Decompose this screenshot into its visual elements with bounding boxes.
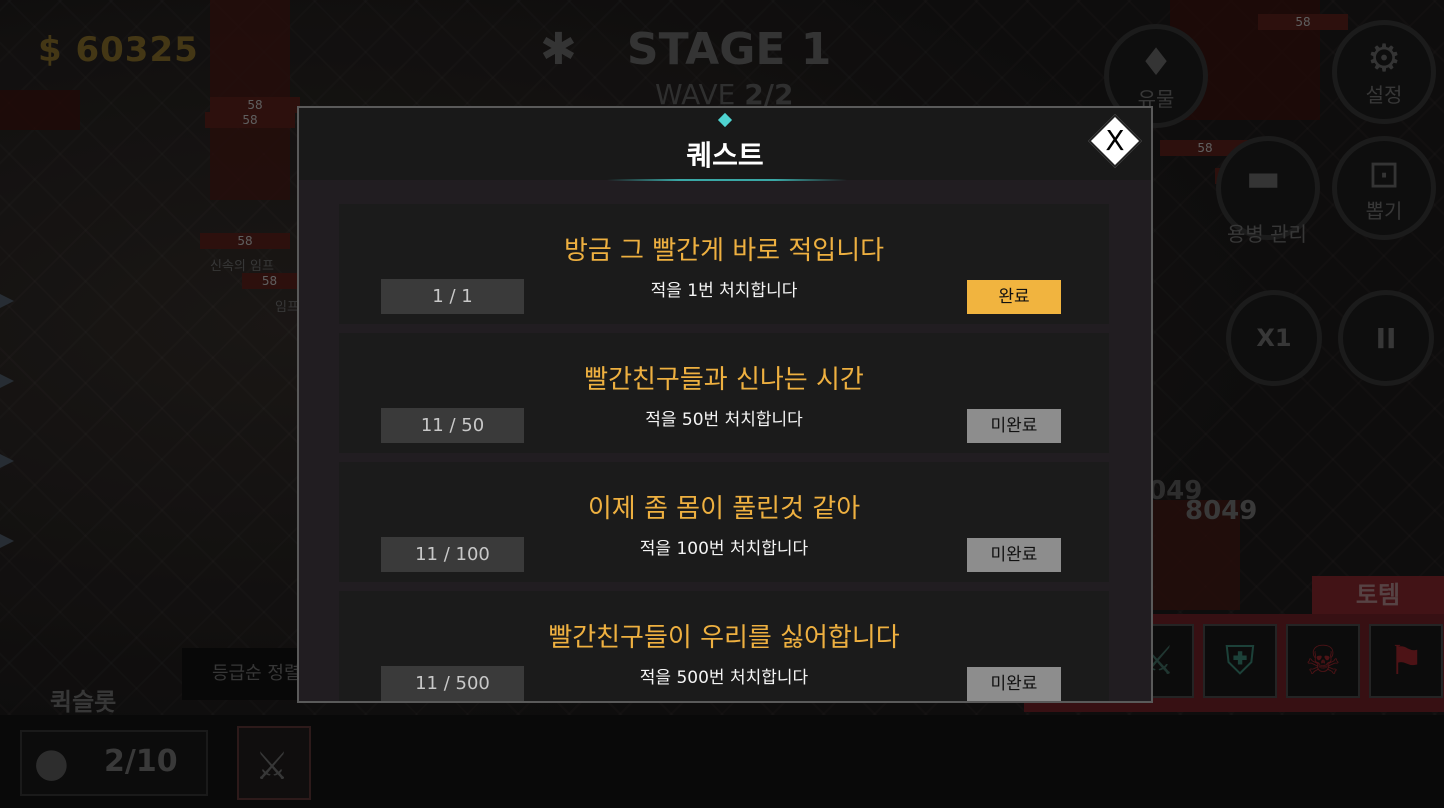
quest-item: 빨간친구들과 신나는 시간 11 / 50 적을 50번 처치합니다 미완료 [339, 333, 1109, 453]
close-button[interactable]: X [1088, 114, 1142, 168]
quest-modal: 퀘스트 방금 그 빨간게 바로 적입니다 1 / 1 적을 1번 처치합니다 완… [297, 106, 1153, 703]
quest-list: 방금 그 빨간게 바로 적입니다 1 / 1 적을 1번 처치합니다 완료 빨간… [339, 204, 1109, 701]
quest-complete-button[interactable]: 완료 [967, 280, 1061, 314]
quest-item: 빨간친구들이 우리를 싫어합니다 11 / 500 적을 500번 처치합니다 … [339, 591, 1109, 701]
quest-title: 방금 그 빨간게 바로 적입니다 [563, 236, 885, 266]
quest-title: 이제 좀 몸이 풀린것 같아 [587, 494, 861, 524]
modal-header: 퀘스트 [299, 108, 1151, 181]
quest-incomplete-button[interactable]: 미완료 [967, 538, 1061, 572]
quest-item: 이제 좀 몸이 풀린것 같아 11 / 100 적을 100번 처치합니다 미완… [339, 462, 1109, 582]
quest-incomplete-button[interactable]: 미완료 [967, 667, 1061, 701]
quest-incomplete-button[interactable]: 미완료 [967, 409, 1061, 443]
title-underline [607, 179, 847, 181]
close-icon: X [1105, 124, 1125, 157]
quest-title: 빨간친구들과 신나는 시간 [584, 365, 864, 395]
modal-title: 퀘스트 [686, 139, 764, 172]
quest-item: 방금 그 빨간게 바로 적입니다 1 / 1 적을 1번 처치합니다 완료 [339, 204, 1109, 324]
quest-title: 빨간친구들이 우리를 싫어합니다 [548, 623, 900, 653]
diamond-icon [717, 112, 733, 128]
